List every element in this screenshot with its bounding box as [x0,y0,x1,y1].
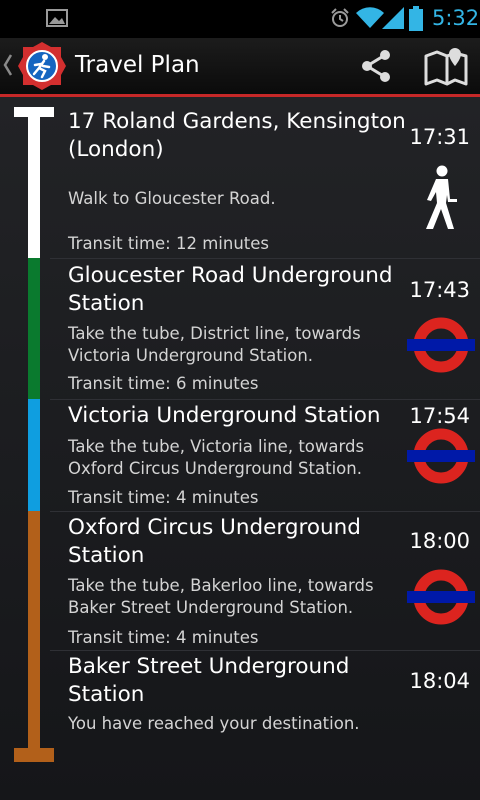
list-item[interactable]: Victoria Underground Station 17:54 Take … [0,399,480,511]
leg-transit-time: Transit time: 4 minutes [68,488,259,507]
underground-roundel-icon [407,317,475,373]
leg-description: Take the tube, Bakerloo line, towards Ba… [68,576,374,617]
leg-description: Walk to Gloucester Road. [68,189,276,208]
status-clock: 5:32 [432,6,480,30]
leg-description: Take the tube, District line, towards Vi… [68,324,361,365]
leg-time: 17:31 [409,125,470,149]
leg-title: 17 Roland Gardens, Kensington (London) [68,109,406,162]
leg-transit-time: Transit time: 4 minutes [68,628,259,647]
share-icon[interactable] [356,46,396,86]
list-item[interactable]: Gloucester Road Underground Station 17:4… [0,258,480,399]
leg-description: You have reached your destination. [68,714,360,733]
list-item[interactable]: 17 Roland Gardens, Kensington (London) 1… [0,97,480,258]
leg-title: Gloucester Road Underground Station [68,263,393,316]
leg-time: 18:00 [409,529,470,553]
list-item[interactable]: Baker Street Underground Station 18:04 Y… [0,650,480,750]
action-bar: Travel Plan [0,38,480,94]
alarm-icon [331,8,349,27]
underground-roundel-icon [407,569,475,625]
leg-title: Oxford Circus Underground Station [68,515,361,568]
page-title: Travel Plan [75,52,200,78]
app-logo-icon[interactable] [17,41,67,91]
up-chevron-icon[interactable] [3,51,13,79]
signal-icon [382,7,404,29]
leg-transit-time: Transit time: 12 minutes [68,234,270,253]
travel-plan-list: 17 Roland Gardens, Kensington (London) 1… [0,97,480,800]
leg-time: 18:04 [409,669,470,693]
map-icon[interactable] [422,46,470,86]
battery-icon [409,6,423,31]
walk-icon [426,165,457,229]
underground-roundel-icon [407,428,475,484]
status-bar: 5:32 [0,0,480,38]
leg-time: 17:43 [409,278,470,302]
leg-transit-time: Transit time: 6 minutes [68,374,259,393]
wifi-icon [356,7,384,29]
route-end-cap [14,748,54,762]
leg-title: Victoria Underground Station [68,403,381,428]
leg-time: 17:54 [409,404,470,428]
leg-title: Baker Street Underground Station [68,654,350,707]
list-item[interactable]: Oxford Circus Underground Station 18:00 … [0,511,480,650]
gallery-icon [46,9,68,27]
leg-description: Take the tube, Victoria line, towards Ox… [68,437,365,478]
